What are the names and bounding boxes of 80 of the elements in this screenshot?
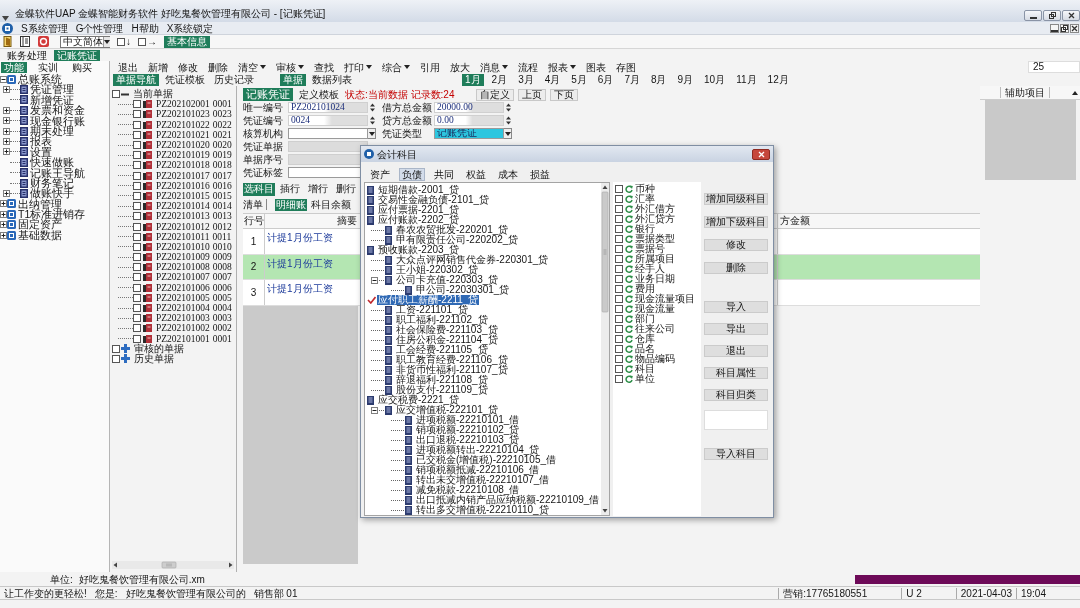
attribute-label: 现金流量 xyxy=(635,304,675,314)
attribute-label: 品名 xyxy=(635,344,655,354)
summary-cell: 计提1月份工资 xyxy=(267,283,333,294)
hotline-text: 营销:17765180551 xyxy=(778,587,872,599)
attribute-label: 经手人 xyxy=(635,264,665,274)
panel-title: 辅助项目 xyxy=(1000,87,1050,98)
voucher-sequence: 0005 xyxy=(212,292,232,303)
attribute-label: 往来公司 xyxy=(635,324,675,334)
field-label: 凭证标签 xyxy=(243,167,284,178)
column-header: 摘要 xyxy=(337,215,357,226)
field-label: 凭证编号 xyxy=(243,115,284,126)
voucher-sequence: 0003 xyxy=(212,313,232,324)
voucher-sequence: 0015 xyxy=(212,190,232,201)
voucher-sequence: 0002 xyxy=(212,323,232,334)
voucher-sequence: 0014 xyxy=(212,201,232,212)
column-header: 方金额 xyxy=(780,215,810,226)
attribute-label: 仓库 xyxy=(635,334,655,344)
field-label: 贷方总金额 xyxy=(382,115,433,126)
voucher-sequence: 0001 xyxy=(212,99,232,110)
voucher-sequence: 0004 xyxy=(212,303,232,314)
field-label: 凭证单据 xyxy=(243,141,284,152)
user-role: 销售部 01 xyxy=(252,587,299,599)
voucher-sequence: 0009 xyxy=(212,252,232,263)
voucher-sequence: 0020 xyxy=(212,140,232,151)
row-number: 3 xyxy=(250,286,257,298)
voucher-sequence: 0008 xyxy=(212,262,232,273)
voucher-sequence: 0018 xyxy=(212,160,232,171)
unit-name: 好吃鬼餐饮管理有限公司.xm xyxy=(78,573,205,585)
attribute-label: 外汇贷方 xyxy=(635,214,675,224)
voucher-sequence: 0006 xyxy=(212,282,232,293)
voucher-sequence: 0007 xyxy=(212,272,232,283)
attribute-label: 物品编码 xyxy=(635,354,675,364)
voucher-sequence: 0012 xyxy=(212,221,232,232)
attribute-label: 科目 xyxy=(635,364,655,374)
column-header: 行号 xyxy=(243,215,264,226)
voucher-sequence: 0023 xyxy=(212,109,232,120)
voucher-sequence: 0022 xyxy=(212,119,232,130)
attribute-label: 现金流量项目 xyxy=(635,294,695,304)
field-label: 单据序号 xyxy=(243,154,284,165)
voucher-sequence: 0001 xyxy=(212,333,232,344)
attribute-label: 票据号 xyxy=(635,244,665,254)
attribute-label: 票据类型 xyxy=(635,234,675,244)
attribute-label: 银行 xyxy=(635,224,655,234)
field-label: 核算机构 xyxy=(243,128,284,139)
attribute-label: 单位 xyxy=(635,374,655,384)
voucher-sequence: 0010 xyxy=(212,241,232,252)
attribute-label: 汇率 xyxy=(635,194,655,204)
status-time: 19:04 xyxy=(1015,587,1050,599)
window-title: 金蝶软件UAP 金蝶智能财务软件 好吃鬼餐饮管理有限公司 - [记账凭证] xyxy=(15,8,326,20)
attribute-label: 业务日期 xyxy=(635,274,675,284)
user-count: U 2 xyxy=(901,587,926,599)
list-label: 清单 xyxy=(243,199,267,210)
status-text: 状态:当前数据 记录数:24 xyxy=(345,89,455,100)
attribute-label: 币种 xyxy=(635,184,655,194)
summary-cell: 计提1月份工资 xyxy=(267,257,333,269)
row-number: 1 xyxy=(250,235,257,247)
voucher-sequence: 0017 xyxy=(212,170,232,181)
field-label: 唯一编号 xyxy=(243,102,284,113)
field-label: 凭证类型 xyxy=(382,128,423,139)
attribute-label: 外汇借方 xyxy=(635,204,675,214)
voucher-sequence: 0011 xyxy=(212,231,232,242)
user-label: 您是: xyxy=(93,587,119,599)
dialog-title: 会计科目 xyxy=(377,148,417,160)
field-label: 借方总金额 xyxy=(382,102,433,113)
voucher-sequence: 0013 xyxy=(212,211,232,222)
company-name: 好吃鬼餐饮管理有限公司的 xyxy=(124,587,247,599)
attribute-label: 部门 xyxy=(635,314,655,324)
attribute-label: 费用 xyxy=(635,284,655,294)
option-label: → xyxy=(147,36,157,47)
summary-cell: 计提1月份工资 xyxy=(267,232,333,243)
option-label: ↓ xyxy=(126,36,131,47)
status-date: 2021-04-03 xyxy=(955,587,1016,599)
voucher-sequence: 0019 xyxy=(212,150,232,161)
voucher-title: 记账凭证 xyxy=(243,88,293,101)
row-number: 2 xyxy=(250,261,257,273)
unit-label: 单位: xyxy=(50,573,73,585)
voucher-sequence: 0021 xyxy=(212,129,232,140)
attribute-label: 所属项目 xyxy=(635,254,675,264)
voucher-sequence: 0016 xyxy=(212,180,232,191)
slogan-text: 让工作变的更轻松! xyxy=(3,587,88,599)
